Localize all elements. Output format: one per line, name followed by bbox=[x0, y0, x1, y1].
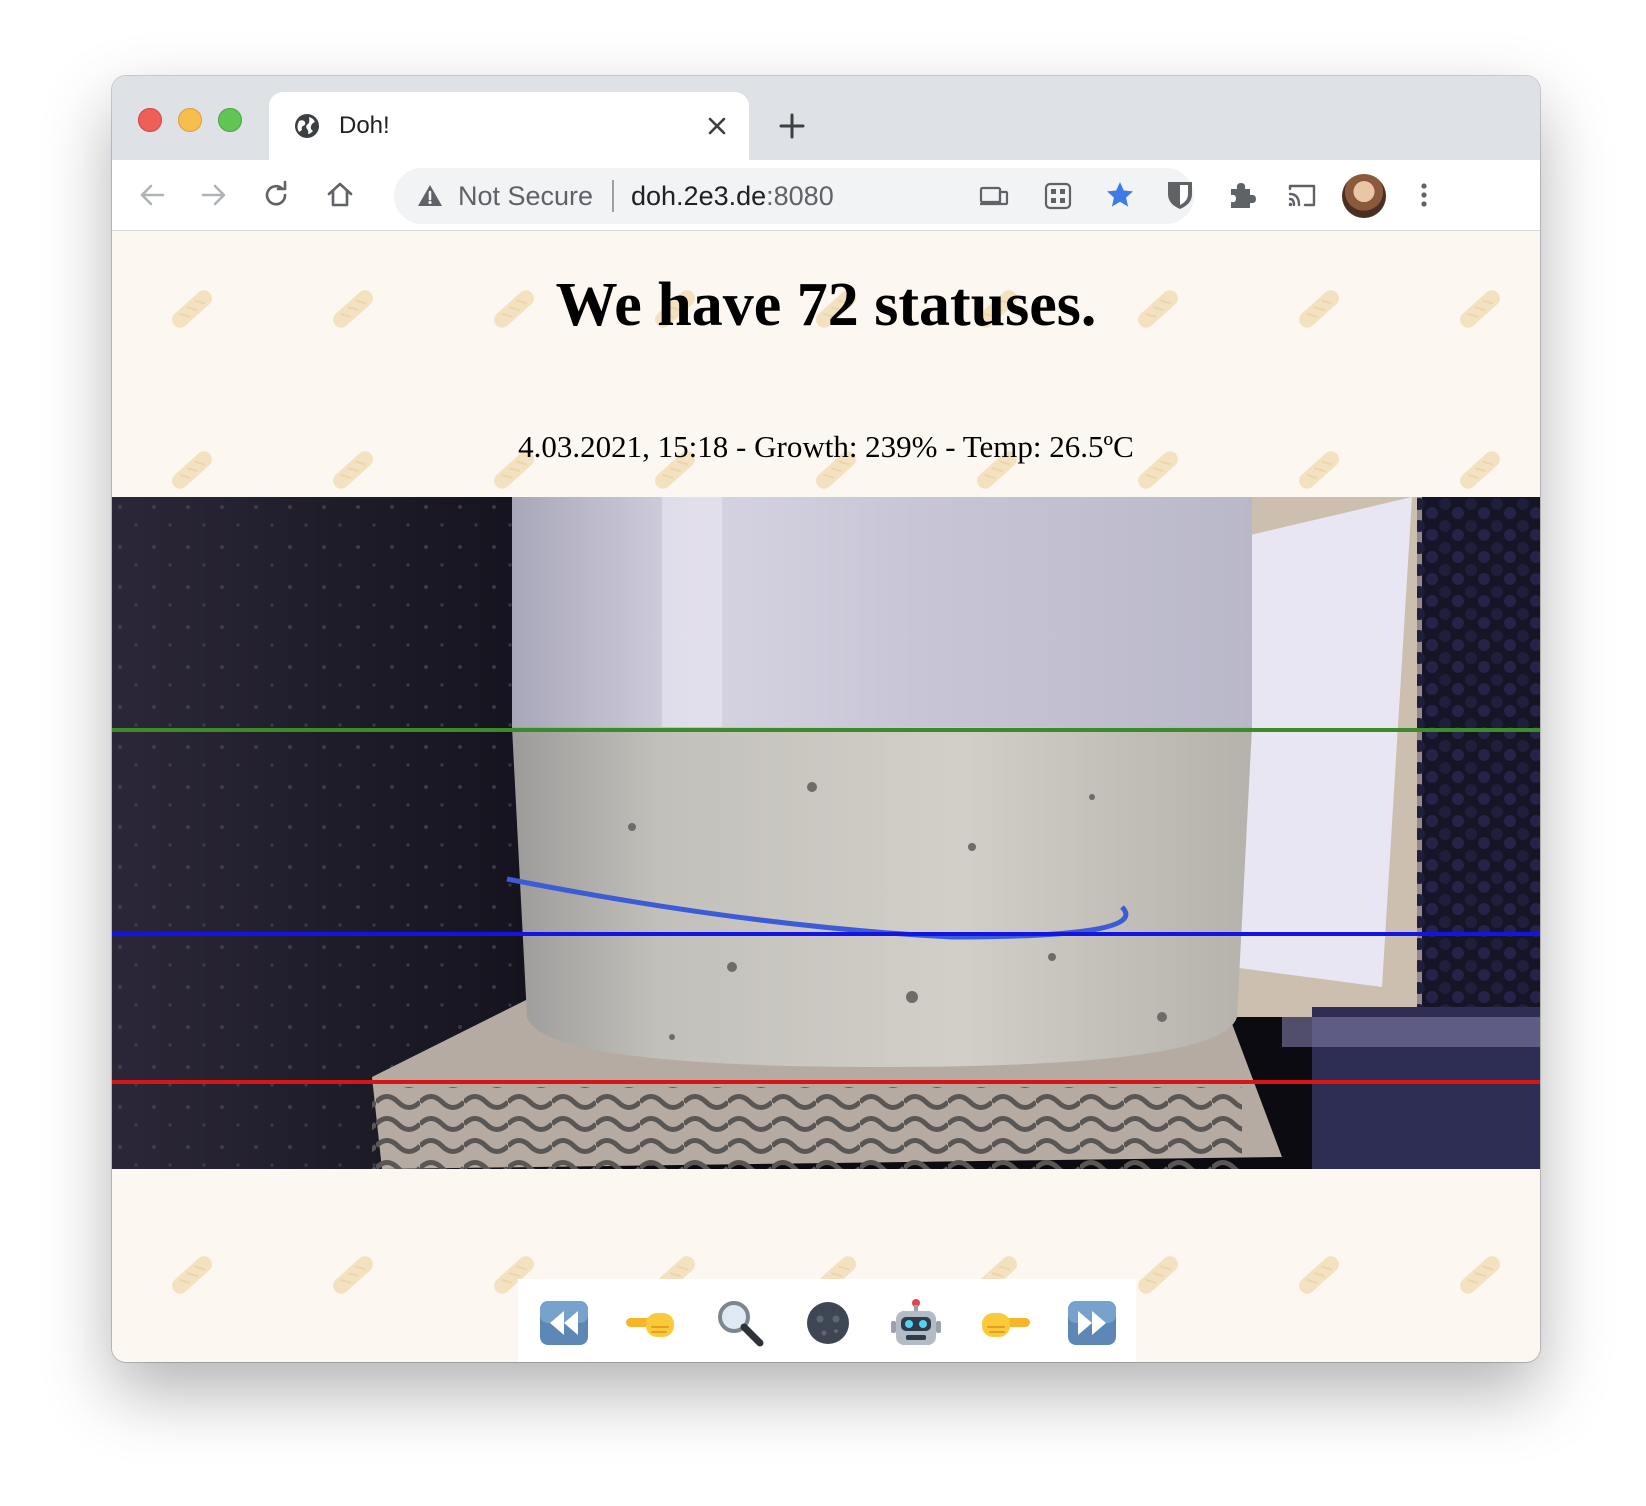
maximize-window-button[interactable] bbox=[218, 108, 242, 132]
cast-icon[interactable] bbox=[1286, 179, 1318, 211]
qr-code-icon[interactable] bbox=[1042, 180, 1074, 212]
url-text[interactable]: doh.2e3.de:8080 bbox=[631, 181, 834, 211]
magnifying-glass-icon[interactable] bbox=[712, 1297, 768, 1349]
forward-icon[interactable] bbox=[198, 179, 230, 211]
page-title: We have 72 statuses. bbox=[555, 271, 1097, 339]
tab-doh[interactable]: Doh! bbox=[269, 92, 749, 160]
hand-pointing-right-icon[interactable] bbox=[976, 1297, 1032, 1349]
rubber-band-line bbox=[112, 932, 1540, 936]
minimize-window-button[interactable] bbox=[178, 108, 202, 132]
sourdough-jar-photo bbox=[112, 497, 1540, 1169]
page-content: We have 72 statuses. 4.03.2021, 15:18 - … bbox=[112, 231, 1540, 1362]
install-app-icon[interactable] bbox=[978, 180, 1010, 212]
warning-icon[interactable] bbox=[416, 182, 444, 210]
status-line: 4.03.2021, 15:18 - Growth: 239% - Temp: … bbox=[518, 429, 1134, 464]
fast-forward-icon[interactable] bbox=[1064, 1297, 1120, 1349]
new-moon-face-icon[interactable] bbox=[800, 1297, 856, 1349]
browser-toolbar: Not Secure doh.2e3.de:8080 bbox=[112, 160, 1540, 231]
close-window-button[interactable] bbox=[138, 108, 162, 132]
address-bar[interactable]: Not Secure doh.2e3.de:8080 bbox=[394, 168, 1194, 224]
robot-icon[interactable] bbox=[888, 1297, 944, 1349]
growth-top-line bbox=[112, 728, 1540, 732]
baseline-line bbox=[112, 1080, 1540, 1084]
bookmark-star-icon[interactable] bbox=[1104, 179, 1136, 211]
profile-avatar[interactable] bbox=[1342, 174, 1386, 218]
security-label[interactable]: Not Secure bbox=[458, 181, 593, 211]
reload-icon[interactable] bbox=[260, 179, 292, 211]
url-port: :8080 bbox=[766, 181, 834, 211]
more-menu-icon[interactable] bbox=[1408, 179, 1440, 211]
back-icon[interactable] bbox=[136, 179, 168, 211]
tab-title: Doh! bbox=[339, 112, 390, 139]
playback-controls bbox=[518, 1279, 1136, 1362]
new-tab-icon[interactable] bbox=[776, 110, 808, 142]
tab-strip: Doh! bbox=[112, 76, 1540, 160]
close-tab-icon[interactable] bbox=[705, 114, 729, 138]
address-separator bbox=[612, 180, 614, 212]
bitwarden-shield-icon[interactable] bbox=[1164, 179, 1196, 211]
extensions-puzzle-icon[interactable] bbox=[1226, 179, 1258, 211]
browser-window: Doh! Not Secure doh.2e3.de:8080 We have … bbox=[112, 76, 1540, 1362]
globe-icon bbox=[295, 114, 319, 138]
hand-pointing-left-icon[interactable] bbox=[624, 1297, 680, 1349]
home-icon[interactable] bbox=[324, 178, 356, 210]
url-host: doh.2e3.de bbox=[631, 181, 767, 211]
fast-reverse-icon[interactable] bbox=[536, 1297, 592, 1349]
